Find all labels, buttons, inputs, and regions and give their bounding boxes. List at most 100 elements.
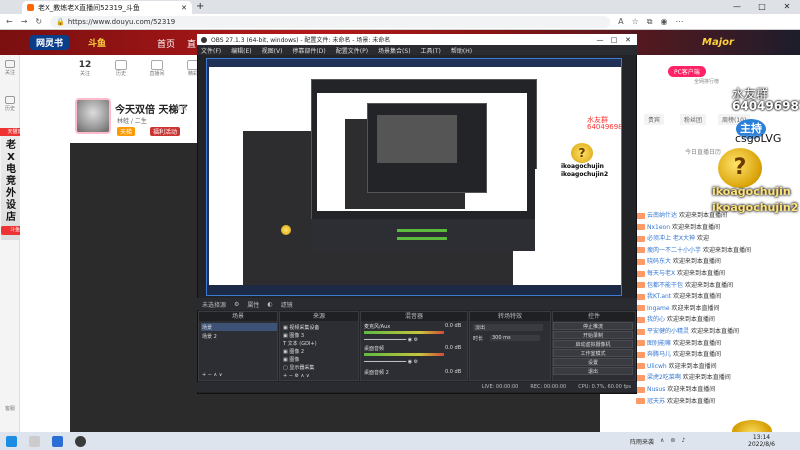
pc-client-button[interactable]: PC客户端 bbox=[668, 66, 706, 77]
nav-home[interactable]: 首页 bbox=[157, 37, 175, 50]
gear-icon[interactable]: ⚙ bbox=[234, 301, 239, 308]
taskbar-clock[interactable]: 13:14 2022/8/6 bbox=[748, 434, 775, 448]
windows-start-icon[interactable] bbox=[6, 435, 17, 447]
chat-username[interactable]: 瘦肉一不二十小小芋 bbox=[647, 247, 701, 254]
search-icon[interactable] bbox=[29, 435, 40, 447]
obs-menu-profile[interactable]: 配置文件(P) bbox=[336, 46, 368, 55]
obs-close-icon[interactable]: ✕ bbox=[621, 35, 635, 45]
up-arrow-icon[interactable]: ∧ bbox=[660, 437, 664, 446]
nav-live[interactable]: 直 bbox=[187, 37, 196, 50]
scene-item[interactable]: 场景 bbox=[202, 324, 212, 331]
stat-follow[interactable]: 12 关注 bbox=[75, 60, 95, 77]
forward-icon[interactable]: → bbox=[21, 17, 28, 26]
new-tab-button[interactable]: + bbox=[196, 1, 204, 12]
settings-button[interactable]: 设置 bbox=[553, 358, 633, 366]
obs-minimize-icon[interactable]: — bbox=[593, 35, 607, 45]
chat-username[interactable]: 平安健的小精灵 bbox=[647, 328, 689, 335]
scene-add-icon[interactable]: + − ∧ ∨ bbox=[202, 372, 222, 378]
welfare-button[interactable]: 福利活动 bbox=[150, 127, 181, 136]
sponsor-logo[interactable]: 网灵书 bbox=[30, 35, 70, 50]
live-calendar-link[interactable]: 今日直播日历 bbox=[685, 147, 721, 156]
filters-button[interactable]: 滤镜 bbox=[281, 300, 293, 309]
source-controls-icon[interactable]: + − ⚙ ∧ ∨ bbox=[283, 373, 310, 379]
scene-item[interactable]: 场景 2 bbox=[202, 333, 217, 340]
sidebar-item-history[interactable]: 历史 bbox=[2, 96, 18, 112]
weather-text[interactable]: 阵雨来袭 bbox=[630, 437, 654, 446]
obs-menu-help[interactable]: 帮助(H) bbox=[451, 46, 472, 55]
chat-text: 欢迎来到本直播间 bbox=[671, 304, 720, 312]
duration-input[interactable]: 300 ms bbox=[490, 335, 540, 341]
back-icon[interactable]: ← bbox=[6, 17, 13, 26]
obs-menu-file[interactable]: 文件(F) bbox=[201, 46, 221, 55]
close-tab-icon[interactable]: ✕ bbox=[181, 4, 187, 12]
chat-username[interactable]: 图别能嘛 bbox=[647, 340, 671, 347]
minimize-icon[interactable]: — bbox=[725, 0, 749, 14]
stat-history[interactable]: 历史 bbox=[111, 60, 131, 77]
obs-menu-docks[interactable]: 停靠部件(D) bbox=[292, 46, 325, 55]
tab-fans[interactable]: 粉丝团 bbox=[680, 114, 707, 125]
service-label[interactable]: 客服 bbox=[2, 405, 18, 412]
obs-menu-view[interactable]: 视图(V) bbox=[262, 46, 283, 55]
chat-username[interactable]: 我的心 bbox=[647, 316, 667, 323]
stream-category[interactable]: 单机 bbox=[175, 103, 187, 112]
tab-vip[interactable]: 贵宾 bbox=[644, 114, 665, 125]
source-item[interactable]: ▣ 视频采集设备 bbox=[283, 324, 319, 331]
chat-username[interactable]: Ulicwh bbox=[647, 363, 667, 370]
chat-username[interactable]: 云南纳什达 bbox=[647, 212, 677, 219]
extensions-icon[interactable]: ⧉ bbox=[647, 17, 653, 27]
obs-menu-scenes[interactable]: 场景集合(S) bbox=[378, 46, 411, 55]
network-icon[interactable]: ⊜ bbox=[670, 437, 675, 446]
exit-button[interactable]: 退出 bbox=[553, 367, 633, 375]
chat-username[interactable]: 晓码东大 bbox=[647, 258, 673, 265]
properties-button[interactable]: 属性 bbox=[247, 300, 259, 309]
obs-preview[interactable]: 水友群 640496987 ? ikoagochujin ikoagochuji… bbox=[206, 58, 622, 296]
menu-icon[interactable]: ⋯ bbox=[675, 17, 683, 26]
browser-tab[interactable]: 老X_教练老X直播间52319_斗鱼 ✕ bbox=[22, 1, 192, 14]
chat-username[interactable]: 奔腾马儿 bbox=[647, 351, 671, 358]
source-item[interactable]: ▢ 显示器采集 bbox=[283, 364, 314, 371]
source-item[interactable]: ▣ 图像 3 bbox=[283, 332, 304, 339]
transition-select[interactable]: 淡出 bbox=[473, 324, 543, 331]
major-banner[interactable]: Major bbox=[702, 37, 734, 48]
chat-username[interactable]: Nx1eon bbox=[647, 224, 670, 231]
read-aloud-icon[interactable]: A bbox=[618, 17, 623, 26]
chat-username[interactable]: 冠天苏 bbox=[647, 398, 665, 405]
streamer-name[interactable]: 林蛙 / 二生 bbox=[117, 116, 147, 125]
overlay-csgo-text: csgoLVG bbox=[735, 132, 782, 145]
obs-taskbar-icon[interactable] bbox=[75, 435, 86, 447]
mixer-slider-desktop[interactable]: ━━━━━━━━━━━━━━ ◉ ⚙ bbox=[364, 359, 418, 365]
source-item[interactable]: ▣ 图像 bbox=[283, 356, 299, 363]
favorite-star-icon[interactable]: ☆ bbox=[632, 17, 639, 26]
obs-menu-edit[interactable]: 编辑(E) bbox=[231, 46, 251, 55]
chat-username[interactable]: 梁虎2吃菜啊 bbox=[647, 374, 681, 381]
stat-room[interactable]: 直播间 bbox=[147, 60, 167, 77]
chat-username[interactable]: Ingame bbox=[647, 305, 670, 312]
url-field[interactable]: 🔒 https://www.douyu.com/52319 bbox=[50, 15, 611, 28]
source-item[interactable]: ▣ 图像 2 bbox=[283, 348, 304, 355]
chat-username[interactable]: 每天与老X bbox=[647, 270, 675, 277]
chat-username[interactable]: 包都不能干包 bbox=[647, 282, 683, 289]
maximize-icon[interactable]: □ bbox=[750, 0, 774, 14]
stop-streaming-button[interactable]: 停止推流 bbox=[553, 322, 633, 330]
volume-icon[interactable]: ♪ bbox=[681, 437, 685, 446]
profile-icon[interactable]: ◉ bbox=[660, 17, 667, 26]
obs-maximize-icon[interactable]: □ bbox=[607, 35, 621, 45]
chat-username[interactable]: 必须冲上 老X大神 bbox=[647, 235, 695, 242]
sidebar-item-follow[interactable]: 关注 bbox=[2, 60, 18, 76]
virtual-camera-button[interactable]: 启动虚拟摄像机 bbox=[553, 340, 633, 348]
close-window-icon[interactable]: ✕ bbox=[775, 0, 799, 14]
chat-username[interactable]: Nusus bbox=[647, 386, 665, 393]
studio-mode-button[interactable]: 工作室模式 bbox=[553, 349, 633, 357]
douyu-logo[interactable]: 斗鱼 bbox=[88, 36, 106, 49]
chat-username[interactable]: 我KT.ant bbox=[647, 293, 671, 300]
obs-menu-tools[interactable]: 工具(T) bbox=[421, 46, 441, 55]
rank-list-link[interactable]: 全网排行榜 bbox=[694, 78, 719, 85]
overlay-handle-2: ikoagochujin2 bbox=[712, 201, 799, 214]
filter-icon[interactable]: ◐ bbox=[267, 301, 272, 308]
reload-icon[interactable]: ↻ bbox=[35, 17, 42, 26]
source-item[interactable]: T 文本 (GDI+) bbox=[283, 340, 317, 347]
start-recording-button[interactable]: 开始录制 bbox=[553, 331, 633, 339]
edge-icon[interactable] bbox=[52, 435, 63, 447]
streamer-avatar[interactable] bbox=[75, 98, 111, 134]
mixer-slider-mic[interactable]: ━━━━━━━━━━━━━━ ◉ ⚙ bbox=[364, 337, 418, 343]
